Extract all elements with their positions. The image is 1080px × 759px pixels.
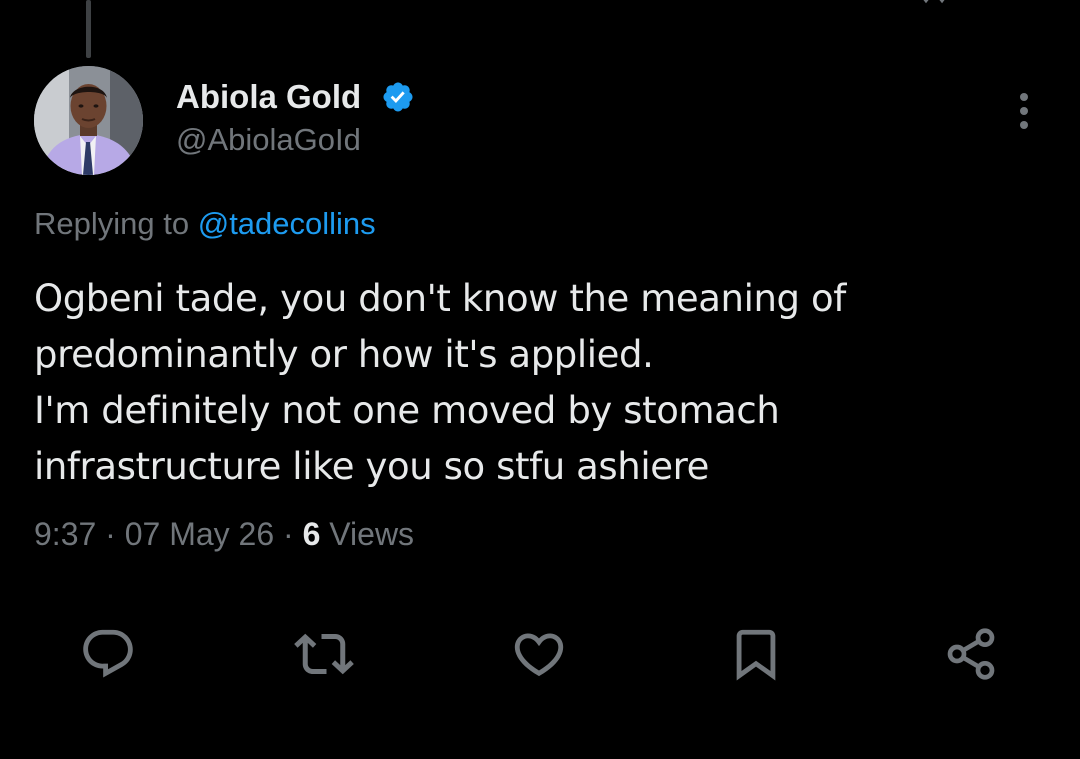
share-button[interactable]: [939, 622, 1003, 686]
tweet-text: Ogbeni tade, you don't know the meaning …: [34, 271, 1034, 495]
replying-to-line: Replying to @tadecollins: [34, 204, 376, 244]
tweet-time[interactable]: 9:37: [34, 516, 96, 552]
avatar[interactable]: [34, 66, 143, 175]
like-icon: [514, 633, 564, 677]
reply-icon: [83, 629, 133, 678]
retweet-icon: [294, 633, 354, 675]
replying-to-prefix: Replying to: [34, 206, 190, 241]
tweet-text-line: I'm definitely not one moved by stomach: [34, 389, 780, 432]
tweet-meta: 9:37 · 07 May 26 · 6 Views: [34, 513, 414, 555]
verified-badge-icon: [381, 80, 415, 114]
tweet-text-line: infrastructure like you so stfu ashiere: [34, 445, 709, 488]
more-options-icon[interactable]: [1004, 90, 1044, 132]
tweet-text-line: Ogbeni tade, you don't know the meaning …: [34, 277, 846, 320]
author-name[interactable]: Abiola Gold: [176, 76, 361, 118]
meta-separator: ·: [105, 516, 116, 552]
retweet-button[interactable]: [292, 622, 356, 686]
reply-button[interactable]: [76, 622, 140, 686]
tweet-text-line: predominantly or how it's applied.: [34, 333, 654, 376]
tweet-date[interactable]: 07 May 26: [125, 516, 274, 552]
meta-separator: ·: [283, 516, 294, 552]
reply-mention-link[interactable]: @tadecollins: [198, 206, 376, 241]
thread-connector-line: [86, 0, 91, 58]
partial-top-icon: [912, 0, 952, 6]
tweet-actions-bar: [0, 622, 1080, 692]
views-label: Views: [329, 516, 415, 552]
bookmark-button[interactable]: [724, 622, 788, 686]
bookmark-icon: [736, 629, 776, 681]
like-button[interactable]: [507, 622, 571, 686]
share-icon: [947, 628, 995, 680]
views-count: 6: [302, 516, 321, 552]
author-handle[interactable]: @AbiolaGoId: [176, 120, 361, 160]
